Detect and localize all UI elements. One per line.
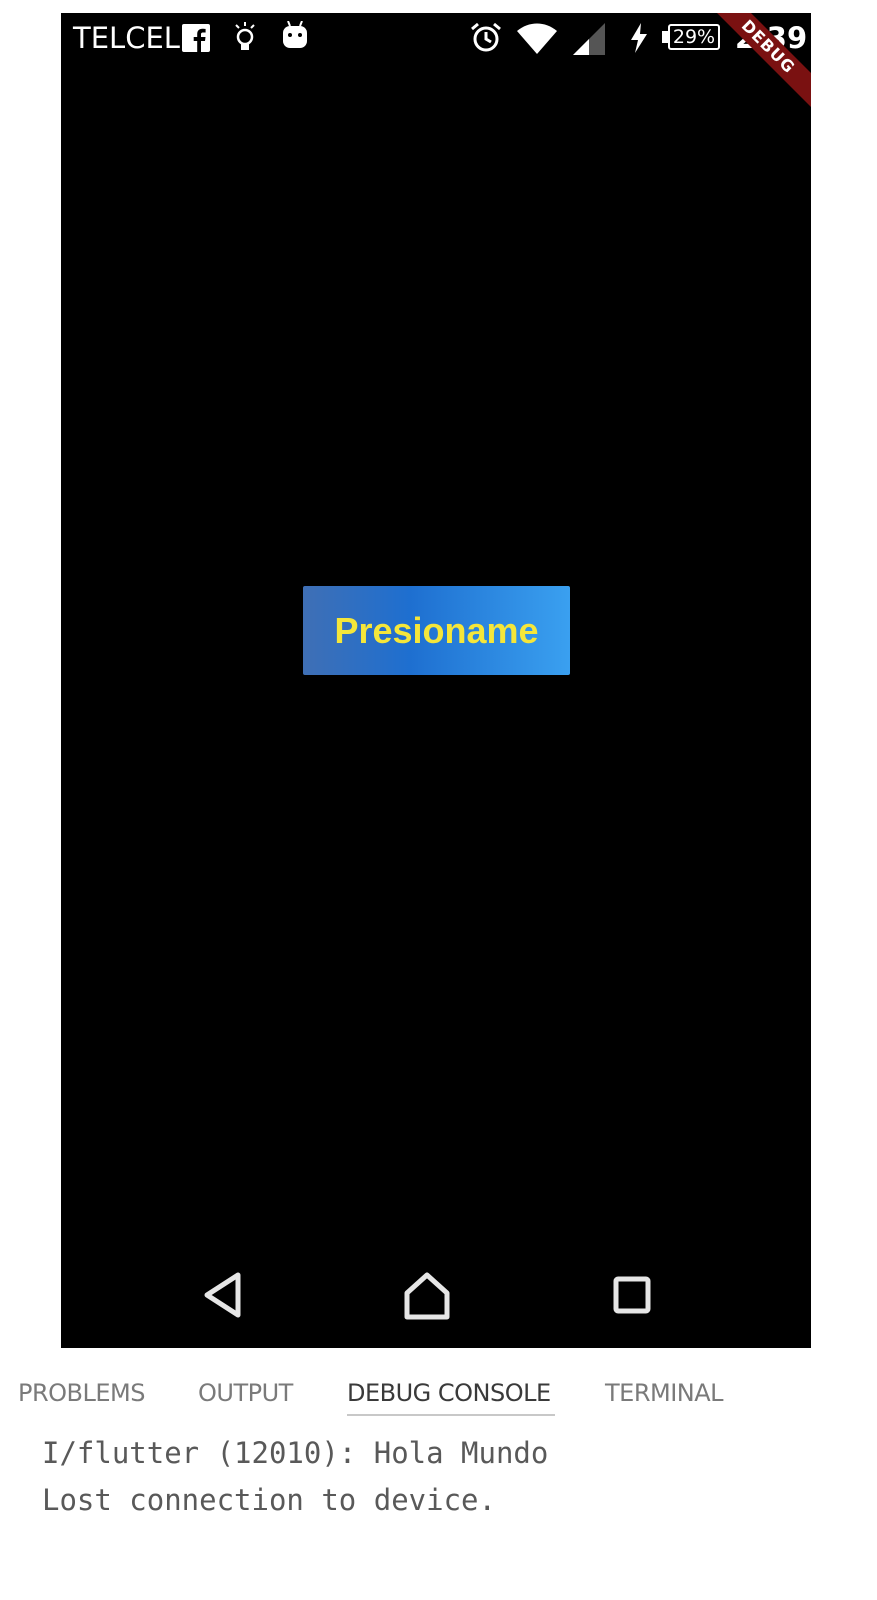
charging-bolt-icon	[631, 23, 647, 53]
presioname-button[interactable]: Presioname	[303, 586, 570, 675]
facebook-icon	[182, 24, 210, 52]
debug-console-output: I/flutter (12010): Hola Mundo Lost conne…	[42, 1430, 548, 1524]
status-bar: TELCEL 29%	[61, 13, 811, 65]
console-line: I/flutter (12010): Hola Mundo	[42, 1436, 549, 1470]
signal-icon	[573, 23, 605, 55]
active-tab-indicator	[347, 1414, 555, 1416]
tab-problems[interactable]: PROBLEMS	[18, 1378, 145, 1408]
home-icon[interactable]	[397, 1265, 457, 1325]
carrier-name: TELCEL	[73, 21, 180, 55]
tab-output[interactable]: OUTPUT	[198, 1378, 293, 1408]
wifi-icon	[517, 23, 557, 54]
recents-icon[interactable]	[602, 1265, 662, 1325]
android-icon	[283, 21, 307, 48]
tab-terminal[interactable]: TERMINAL	[605, 1378, 724, 1408]
panel-tabs: PROBLEMS OUTPUT DEBUG CONSOLE TERMINAL	[0, 1360, 877, 1420]
console-line: Lost connection to device.	[42, 1483, 496, 1517]
back-icon[interactable]	[193, 1265, 253, 1325]
phone-screen: TELCEL 29% DEBUG Presioname	[61, 13, 811, 1348]
navigation-bar	[61, 1253, 811, 1348]
alarm-icon	[471, 22, 501, 52]
lightbulb-icon	[235, 22, 255, 50]
battery-percentage: 29%	[672, 26, 716, 48]
tab-debug-console[interactable]: DEBUG CONSOLE	[347, 1378, 551, 1408]
battery-level: 29%	[668, 24, 720, 50]
